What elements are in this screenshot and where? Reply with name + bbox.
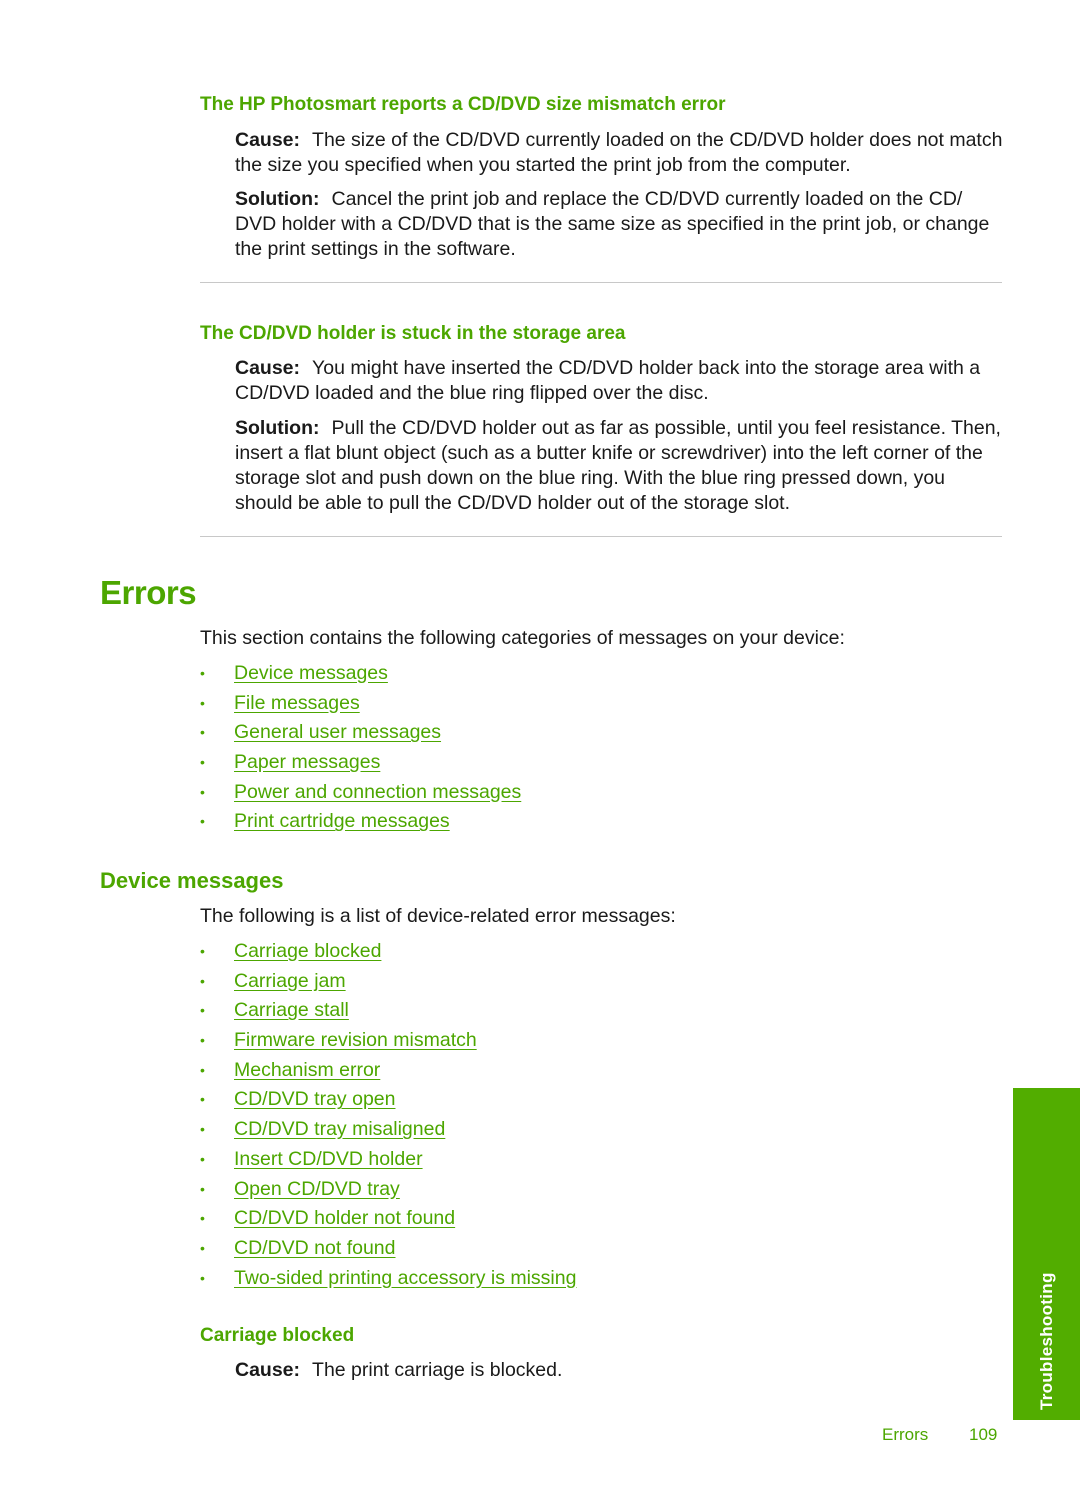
- link-open-cd-dvd-tray[interactable]: Open CD/DVD tray: [234, 1177, 400, 1201]
- cause-label: Cause:: [235, 357, 301, 379]
- size-mismatch-cause: Cause: The size of the CD/DVD currently l…: [235, 128, 1005, 178]
- bullet-icon: •: [200, 694, 205, 711]
- bullet-icon: •: [200, 1269, 205, 1286]
- list-item: • Open CD/DVD tray: [200, 1177, 800, 1207]
- bullet-icon: •: [200, 724, 205, 741]
- bullet-icon: •: [200, 943, 205, 959]
- link-print-cartridge-messages[interactable]: Print cartridge messages: [234, 809, 450, 833]
- link-general-user-messages[interactable]: General user messages: [234, 720, 441, 744]
- list-item: • CD/DVD not found: [200, 1236, 800, 1266]
- errors-intro: This section contains the following cate…: [200, 627, 845, 649]
- chapter-side-tab: Troubleshooting: [1013, 1088, 1080, 1420]
- errors-title: Errors: [100, 574, 197, 611]
- link-carriage-blocked[interactable]: Carriage blocked: [234, 939, 381, 963]
- holder-stuck-heading: The CD/DVD holder is stuck in the storag…: [200, 323, 626, 344]
- cause-text: The print carriage is blocked.: [312, 1359, 563, 1381]
- carriage-blocked-cause: Cause: The print carriage is blocked.: [235, 1358, 1005, 1383]
- list-item: • Carriage blocked: [200, 939, 800, 969]
- bullet-icon: •: [200, 1121, 205, 1138]
- link-file-messages[interactable]: File messages: [234, 691, 360, 715]
- holder-stuck-solution: Solution: Pull the CD/DVD holder out as f…: [235, 416, 1005, 516]
- link-power-connection-messages[interactable]: Power and connection messages: [234, 780, 521, 804]
- list-item: • CD/DVD tray misaligned: [200, 1117, 800, 1147]
- link-carriage-jam[interactable]: Carriage jam: [234, 969, 346, 993]
- bullet-icon: •: [200, 1210, 205, 1227]
- link-cd-dvd-tray-open[interactable]: CD/DVD tray open: [234, 1087, 395, 1111]
- list-item: • File messages: [200, 691, 800, 721]
- bullet-icon: •: [200, 1150, 205, 1167]
- device-messages-title: Device messages: [100, 868, 284, 893]
- size-mismatch-solution: Solution: Cancel the print job and replac…: [235, 187, 1005, 262]
- bullet-icon: •: [200, 1002, 205, 1019]
- errors-category-list: • Device messages • File messages • General…: [200, 661, 800, 839]
- link-mechanism-error[interactable]: Mechanism error: [234, 1058, 380, 1082]
- device-messages-list: • Carriage blocked • Carriage jam • Carriag…: [200, 939, 800, 1295]
- solution-label: Solution:: [235, 417, 320, 439]
- bullet-icon: •: [200, 754, 205, 771]
- cause-text: You might have inserted the CD/DVD holde…: [235, 357, 981, 404]
- list-item: • Print cartridge messages: [200, 809, 800, 839]
- list-item: • Carriage jam: [200, 969, 800, 999]
- list-item: • Firmware revision mismatch: [200, 1028, 800, 1058]
- link-carriage-stall[interactable]: Carriage stall: [234, 998, 349, 1022]
- link-paper-messages[interactable]: Paper messages: [234, 750, 380, 774]
- list-item: • General user messages: [200, 720, 800, 750]
- carriage-blocked-heading: Carriage blocked: [200, 1325, 355, 1346]
- cause-label: Cause:: [235, 1359, 301, 1381]
- section-divider: [200, 536, 1002, 537]
- bullet-icon: •: [200, 1061, 205, 1078]
- bullet-icon: •: [200, 1032, 205, 1049]
- cause-text: The size of the CD/DVD currently loaded …: [235, 129, 1003, 176]
- list-item: • Insert CD/DVD holder: [200, 1147, 800, 1177]
- solution-text: Pull the CD/DVD holder out as far as pos…: [235, 417, 1001, 514]
- list-item: • Power and connection messages: [200, 780, 800, 810]
- list-item: • Carriage stall: [200, 998, 800, 1028]
- link-cd-dvd-tray-misaligned[interactable]: CD/DVD tray misaligned: [234, 1117, 445, 1141]
- device-messages-intro: The following is a list of device-relate…: [200, 905, 676, 927]
- list-item: • CD/DVD holder not found: [200, 1206, 800, 1236]
- link-firmware-revision-mismatch[interactable]: Firmware revision mismatch: [234, 1028, 477, 1052]
- list-item: • Paper messages: [200, 750, 800, 780]
- link-two-sided-accessory-missing[interactable]: Two-sided printing accessory is missing: [234, 1266, 576, 1290]
- link-device-messages[interactable]: Device messages: [234, 661, 388, 685]
- footer-section-name: Errors: [882, 1425, 929, 1444]
- bullet-icon: •: [200, 1239, 205, 1256]
- holder-stuck-cause: Cause: You might have inserted the CD/DVD…: [235, 356, 1005, 406]
- bullet-icon: •: [200, 1091, 205, 1108]
- size-mismatch-heading: The HP Photosmart reports a CD/DVD size …: [200, 94, 726, 115]
- cause-label: Cause:: [235, 129, 301, 151]
- chapter-tab-label: Troubleshooting: [1036, 1272, 1056, 1410]
- solution-text: Cancel the print job and replace the CD/…: [235, 188, 990, 260]
- link-insert-cd-dvd-holder[interactable]: Insert CD/DVD holder: [234, 1147, 423, 1171]
- solution-label: Solution:: [235, 188, 320, 210]
- bullet-icon: •: [200, 1180, 205, 1197]
- bullet-icon: •: [200, 813, 205, 830]
- footer-page-number: 109: [969, 1425, 998, 1444]
- bullet-icon: •: [200, 783, 205, 800]
- bullet-icon: •: [200, 665, 205, 681]
- list-item: • Mechanism error: [200, 1058, 800, 1088]
- link-cd-dvd-holder-not-found[interactable]: CD/DVD holder not found: [234, 1206, 455, 1230]
- list-item: • Device messages: [200, 661, 800, 691]
- list-item: • Two-sided printing accessory is missing: [200, 1266, 800, 1296]
- section-divider: [200, 282, 1002, 283]
- bullet-icon: •: [200, 972, 205, 989]
- link-cd-dvd-not-found[interactable]: CD/DVD not found: [234, 1236, 396, 1260]
- list-item: • CD/DVD tray open: [200, 1087, 800, 1117]
